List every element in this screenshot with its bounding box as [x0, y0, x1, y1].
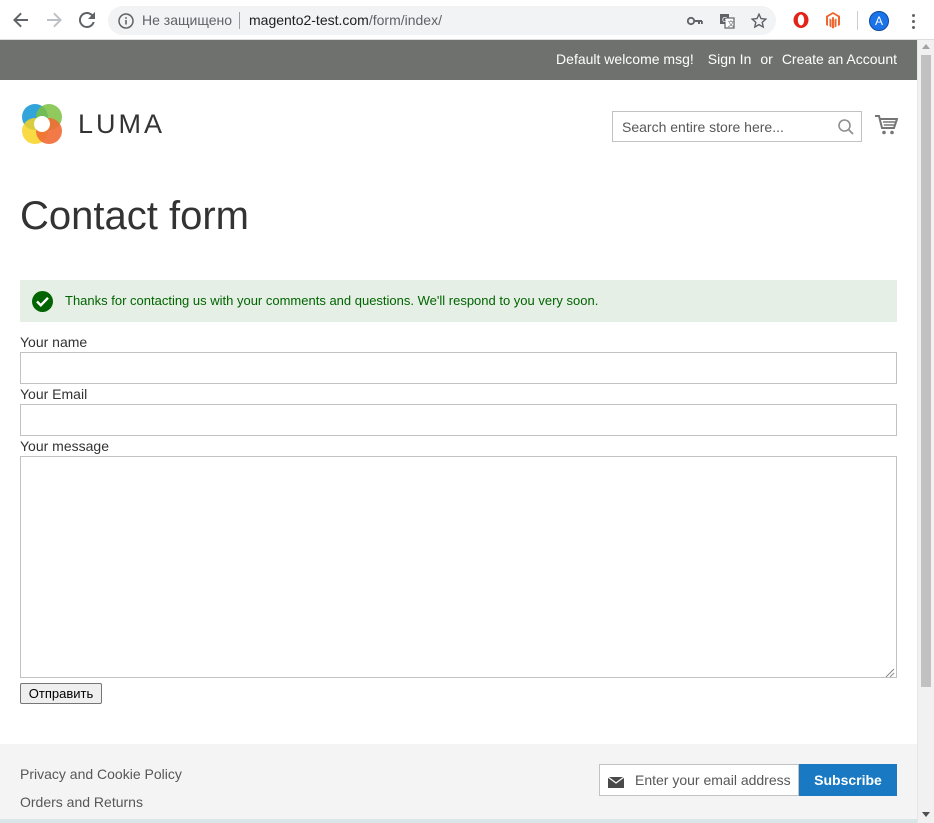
forward-button[interactable]	[42, 8, 66, 32]
envelope-icon	[607, 775, 625, 793]
email-label: Your Email	[20, 386, 88, 402]
url-path: /form/index/	[368, 12, 442, 28]
success-message: Thanks for contacting us with your comme…	[20, 280, 897, 322]
omnibox-divider	[239, 12, 240, 29]
key-icon[interactable]	[686, 12, 704, 30]
or-text: or	[760, 51, 773, 67]
reload-button[interactable]	[75, 8, 99, 32]
bottom-strip	[0, 819, 917, 823]
message-textarea[interactable]	[20, 456, 897, 678]
success-message-text: Thanks for contacting us with your comme…	[65, 293, 599, 308]
panel-header: Default welcome msg! Sign In or Create a…	[0, 40, 917, 80]
welcome-message: Default welcome msg!	[556, 51, 694, 67]
privacy-policy-link[interactable]: Privacy and Cookie Policy	[20, 766, 182, 782]
resize-handle-icon[interactable]	[885, 665, 895, 678]
star-icon[interactable]	[750, 12, 768, 30]
address-bar[interactable]: Не защищено magento2-test.com/form/index…	[108, 6, 776, 35]
back-button[interactable]	[9, 8, 33, 32]
footer: Privacy and Cookie Policy Orders and Ret…	[0, 744, 917, 823]
cart-icon[interactable]	[874, 114, 899, 141]
profile-avatar[interactable]: A	[869, 11, 889, 31]
newsletter-email-input[interactable]	[635, 765, 795, 795]
back-icon	[13, 12, 28, 28]
translate-icon[interactable]: G文	[718, 12, 736, 30]
page-scrollbar[interactable]	[917, 40, 934, 823]
search-input[interactable]	[613, 112, 833, 141]
toolbar-divider	[857, 11, 858, 30]
info-icon[interactable]	[118, 13, 134, 34]
email-field[interactable]	[20, 404, 897, 436]
sign-in-link[interactable]: Sign In	[708, 51, 752, 67]
logo-text: LUMA	[78, 108, 166, 139]
security-label: Не защищено	[142, 12, 232, 28]
browser-toolbar: Не защищено magento2-test.com/form/index…	[0, 0, 934, 40]
scroll-thumb[interactable]	[921, 55, 931, 687]
luma-logo[interactable]: LUMA	[20, 102, 165, 146]
svg-text:文: 文	[728, 19, 735, 28]
magento-extension-icon[interactable]	[824, 11, 842, 29]
scroll-down-icon[interactable]	[922, 812, 930, 817]
create-account-link[interactable]: Create an Account	[782, 51, 897, 67]
scroll-up-icon[interactable]	[922, 44, 930, 49]
search-box	[612, 111, 862, 142]
forward-icon	[47, 12, 62, 28]
submit-button[interactable]: Отправить	[20, 683, 102, 704]
newsletter-box	[599, 764, 799, 796]
name-label: Your name	[20, 334, 88, 350]
subscribe-button[interactable]: Subscribe	[799, 764, 897, 796]
orders-returns-link[interactable]: Orders and Returns	[20, 794, 143, 810]
search-icon[interactable]	[837, 118, 855, 141]
luma-logo-icon	[22, 104, 62, 144]
url-text[interactable]: magento2-test.com/form/index/	[249, 12, 442, 28]
name-field[interactable]	[20, 352, 897, 384]
checkmark-icon	[32, 291, 53, 312]
menu-icon[interactable]	[905, 11, 921, 31]
message-label: Your message	[20, 438, 109, 454]
url-host: magento2-test.com	[249, 12, 369, 28]
opera-extension-icon[interactable]	[792, 11, 810, 29]
page-title: Contact form	[20, 194, 249, 238]
reload-icon	[79, 12, 95, 28]
